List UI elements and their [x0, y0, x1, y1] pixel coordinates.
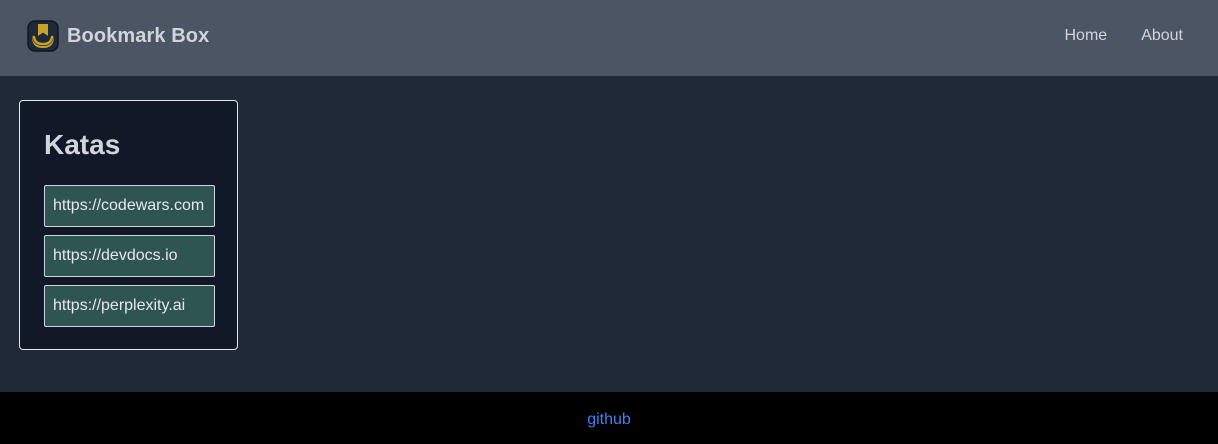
- page: Bookmark Box Home About Katas https://co…: [0, 0, 1218, 444]
- main-content: Katas https://codewars.com https://devdo…: [0, 76, 1218, 392]
- nav-home-link[interactable]: Home: [1065, 26, 1108, 46]
- navbar: Bookmark Box Home About: [0, 0, 1218, 76]
- footer: github: [0, 392, 1218, 444]
- brand-name: Bookmark Box: [67, 25, 210, 47]
- brand-link[interactable]: Bookmark Box: [27, 20, 209, 52]
- nav-links: Home About: [1065, 26, 1184, 46]
- nav-about-link[interactable]: About: [1141, 26, 1183, 46]
- bookmark-link-codewars[interactable]: https://codewars.com: [44, 185, 215, 227]
- bookmark-category-card: Katas https://codewars.com https://devdo…: [19, 100, 238, 350]
- card-title: Katas: [44, 129, 121, 160]
- github-link[interactable]: github: [587, 411, 631, 429]
- bookmark-link-devdocs[interactable]: https://devdocs.io: [44, 235, 215, 277]
- bookmark-list: https://codewars.com https://devdocs.io …: [44, 185, 215, 327]
- bookmark-link-perplexity[interactable]: https://perplexity.ai: [44, 285, 215, 327]
- bookmark-box-logo-icon: [27, 20, 59, 52]
